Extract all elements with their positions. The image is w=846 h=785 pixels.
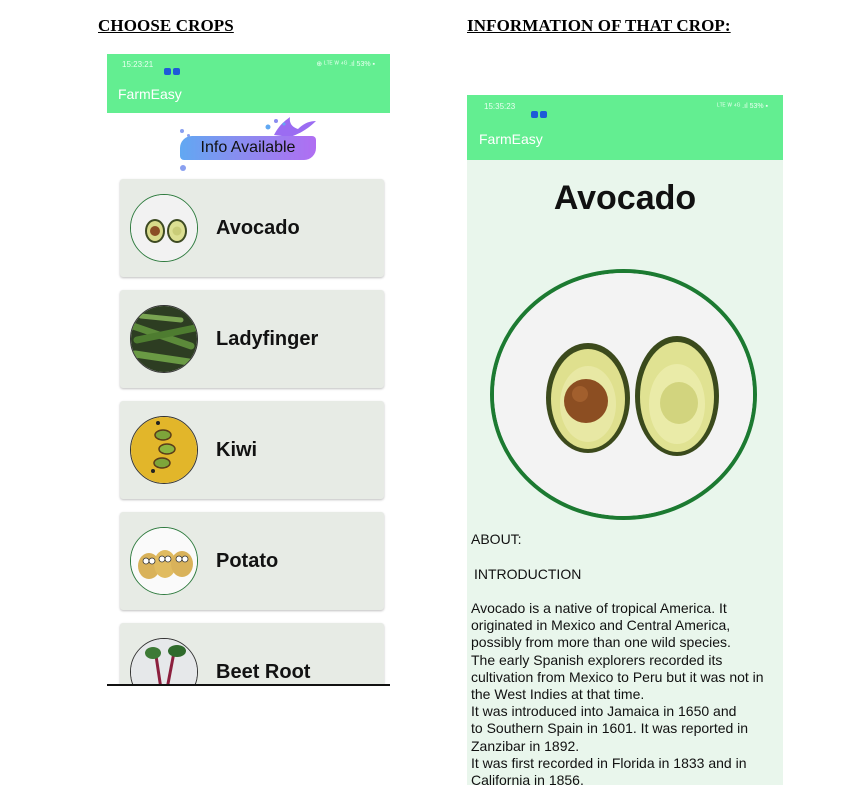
banner-dot <box>180 129 184 133</box>
crop-card-kiwi[interactable]: Kiwi <box>120 401 384 499</box>
status-bar: 15:23:21 ⊕ ᴸᵀᴱ ᵂ ⁴ᴳ .ıl 53% ▪ <box>107 54 390 76</box>
app-title: FarmEasy <box>107 76 390 113</box>
avocado-image <box>490 269 757 520</box>
crop-card-ladyfinger[interactable]: Ladyfinger <box>120 290 384 388</box>
crop-info-heading: INFORMATION OF THAT CROP: <box>467 16 731 35</box>
crop-name: Avocado <box>216 217 300 239</box>
avocado-image <box>130 194 198 262</box>
screenshot-crop-line <box>107 684 390 686</box>
crop-list-screen: 15:23:21 ⊕ ᴸᵀᴱ ᵂ ⁴ᴳ .ıl 53% ▪ FarmEasy I… <box>107 54 390 686</box>
potato-image <box>130 527 198 595</box>
status-icons: ⊕ ᴸᵀᴱ ᵂ ⁴ᴳ .ıl 53% ▪ <box>316 61 375 68</box>
crop-detail-screen: 15:35:23 ᴸᵀᴱ ᵂ ⁴ᴳ .ıl 53% ▪ FarmEasy Avo… <box>467 95 783 785</box>
crop-card-potato[interactable]: Potato <box>120 512 384 610</box>
info-available-banner: Info Available <box>180 136 316 160</box>
introduction-label: INTRODUCTION <box>474 566 582 582</box>
crop-title: Avocado <box>553 179 697 217</box>
choose-crops-heading: CHOOSE CROPS <box>98 16 234 35</box>
notification-icons <box>531 103 549 127</box>
app-title: FarmEasy <box>467 119 783 160</box>
about-label: ABOUT: <box>471 531 522 547</box>
crop-name: Ladyfinger <box>216 328 319 350</box>
banner-dot <box>180 165 186 171</box>
notification-icons <box>164 61 182 83</box>
status-icons: ᴸᵀᴱ ᵂ ⁴ᴳ .ıl 53% ▪ <box>717 103 768 110</box>
okra-image <box>130 305 198 373</box>
crop-name: Beet Root <box>216 661 311 683</box>
status-time: 15:35:23 <box>484 102 516 111</box>
splash-icon <box>265 117 316 137</box>
status-time: 15:23:21 <box>122 60 154 69</box>
crop-card-beetroot[interactable]: Beet Root <box>120 623 384 686</box>
status-bar: 15:35:23 ᴸᵀᴱ ᵂ ⁴ᴳ .ıl 53% ▪ <box>467 95 783 119</box>
crop-card-avocado[interactable]: Avocado <box>120 179 384 277</box>
crop-name: Potato <box>216 550 279 572</box>
crop-description: Avocado is a native of tropical America.… <box>471 600 764 785</box>
crop-name: Kiwi <box>216 439 258 461</box>
kiwi-image <box>130 416 198 484</box>
beetroot-image <box>130 638 198 686</box>
